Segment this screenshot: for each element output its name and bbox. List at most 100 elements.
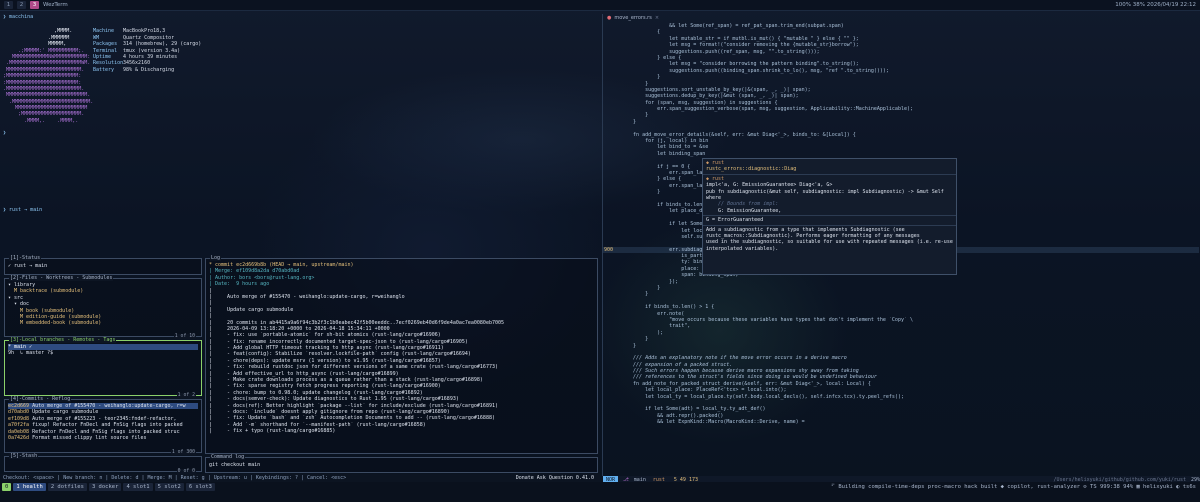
hover-section-generic: G = ErrorGuaranteed (703, 216, 956, 226)
commit-hash: d70abd0 (8, 409, 30, 416)
commit-row[interactable]: 0a7426d Format missed clippy lint source … (8, 435, 198, 441)
rust-file-icon: ● (607, 15, 612, 22)
commit-message: fixup! Refactor FnDecl and FnSig flags i… (32, 422, 183, 429)
close-icon[interactable]: × (655, 15, 659, 21)
logo-line: .MMMM,. .MMMM,. (3, 117, 79, 124)
system-info: Machine MacBookPro18,3 WM Quartz Compositor… (93, 28, 201, 124)
hover-section-signature: ◆ rust impl<'a, G: EmissionGuarantee> Dia… (703, 175, 956, 217)
commit-hash: ef109d8 (8, 415, 30, 422)
system-tray: 100% 38% 2026/04/19 22:12 (1115, 1, 1196, 8)
commit-message: Update cargo submodule (32, 409, 99, 416)
commit-hash: ec2d669 (8, 403, 30, 409)
top-menu-bar: 1 2 3 WezTerm 100% 38% 2026/04/19 22:12 (0, 0, 1200, 11)
branch-item-master[interactable]: 9h ↳ master ?$ (8, 350, 198, 356)
code-text: self.sugg (621, 233, 709, 240)
commit-hash: 0a7426d (8, 434, 30, 441)
code-text: } (621, 189, 661, 196)
shell-prompt: ❯ macchina (3, 14, 34, 20)
logo-line: :MMMMMMMMMMMMMMMMMMMMMMMM: (3, 79, 82, 86)
commit-log: * commit ec2d669b8b (HEAD → main, upstre… (209, 262, 594, 435)
editor-tabbar: ● move_errors.rs × (603, 14, 1199, 23)
line-number (603, 419, 617, 425)
logo-line: MMMMMMMMMMMMMMMMMMMMMMMMMMM. (3, 92, 91, 99)
workspace-2[interactable]: 2 (17, 1, 26, 9)
files-list: ▾ library M backtrace (submodule) ▾ src ▾… (8, 282, 198, 327)
code-text: let local_ty = local_place.ty(self.body.… (621, 393, 904, 400)
commit-hash: a70f2fa (8, 422, 30, 429)
commit-hash: da0eb08 (8, 428, 30, 435)
shell-prompt-2: ❯ (3, 130, 7, 137)
code-text: } (621, 118, 637, 125)
editor-tab[interactable]: move_errors.rs (614, 15, 651, 21)
stash-panel[interactable]: [5]-Stash 0 of 0 (4, 453, 202, 474)
logo-line: .;MMMMM:' MMMMMMMMMM;. (3, 47, 85, 54)
hover-section-type: ◆ rust rustc_errors::diagnostic::Diag (703, 159, 956, 175)
status-title: [1]-Status (9, 255, 42, 261)
logo-line: .MMMMMMMMMMMMMMMMMMMMMMMMWM. (3, 60, 91, 67)
commits-footer: 1 of 300 (170, 450, 196, 455)
code-text: } (621, 342, 637, 349)
status-panel[interactable]: [1]-Status ✓ rust → main (4, 255, 202, 275)
status-text: ✓ rust → main (8, 263, 48, 269)
commit-message: Auto merge of #155470 - weihanglo:update… (32, 403, 186, 409)
files-footer: 1 of 10 (173, 334, 196, 339)
workspace-1[interactable]: 1 (4, 1, 13, 9)
commits-list: ec2d669 Auto merge of #155470 - weihanglo… (8, 403, 198, 441)
tmux-session: 0 (2, 483, 12, 491)
info-key: Battery (93, 66, 115, 73)
code-line[interactable]: && let ExpnKind::Macro(MacroKind::Derive… (603, 419, 1199, 425)
code-text: } (621, 291, 649, 298)
files-panel[interactable]: [2]-Files - Worktrees - Submodules ▾ lib… (4, 275, 202, 339)
command-log-text: git checkout main (209, 462, 261, 468)
log-panel[interactable]: Log * commit ec2d669b8b (HEAD → main, up… (205, 255, 598, 454)
hover-type: rustc_errors::diagnostic::Diag (706, 166, 797, 173)
workspace-3[interactable]: 3 (30, 1, 39, 9)
log-title: Log (210, 255, 222, 261)
code-text: suggestions.push((binding_span.shrink_to… (621, 67, 889, 74)
tmux-window-4[interactable]: 4 slot1 (123, 483, 153, 491)
files-title: [2]-Files - Worktrees - Submodules (9, 275, 114, 281)
lazygit-links[interactable]: Donate Ask Question 0.41.0 (516, 475, 594, 481)
tmux-window-3[interactable]: 3 docker (88, 483, 122, 491)
commit-message: Refactor FnDecl and FnSig flags into pac… (32, 428, 180, 435)
tmux-right-status: ⠋ Building compile-time-deps proc-macro … (831, 483, 1196, 490)
info-row: Battery 98% & Discharging (93, 67, 201, 73)
hover-docs-popup: ◆ rust rustc_errors::diagnostic::Diag ◆ … (702, 158, 957, 275)
commits-title: [4]-Commits - Reflog (9, 396, 72, 402)
tmux-window-6[interactable]: 6 slot3 (185, 483, 215, 491)
code-text: && let ExpnKind::Macro(MacroKind::Derive… (621, 419, 805, 426)
hover-generic: G = ErrorGuaranteed (706, 217, 764, 224)
info-value: 98% & Discharging (123, 66, 175, 73)
app-name: WezTerm (43, 1, 68, 8)
code-text: let place_des (621, 208, 709, 215)
hover-signature-line: pub fn subdiagnostic(&mut self, subdiagn… (706, 188, 944, 195)
macchina-pane: ❯ macchina ,MMMM. .MMMMMM MMMMM, .;MMMMM… (3, 14, 600, 252)
tmux-window-5[interactable]: 5 slot2 (154, 483, 184, 491)
commit-row[interactable]: a70f2fa fixup! Refactor FnDecl and FnSig … (8, 422, 198, 428)
shell-prompt-3: ❯ rust → main (3, 206, 43, 213)
tmux-window-1[interactable]: 1 health (13, 483, 46, 491)
file-item[interactable]: M embedded-book (submodule) (8, 320, 198, 326)
branches-panel[interactable]: [3]-Local branches - Remotes - Tags * ma… (4, 337, 202, 398)
tmux-status: 0 1 health 2 dotfiles 3 docker 4 slot1 5… (0, 482, 1200, 492)
stash-title: [5]-Stash (9, 453, 39, 459)
hover-doc-line: used in the subdiagnostic, so suitable f… (706, 239, 953, 246)
code-text: err.span_suggestion_verbose(span, msg, s… (621, 106, 913, 113)
hover-doc-line: interpolated variables). (706, 245, 779, 252)
log-line: | - fix + typo (rust-lang/cargo#16885) (209, 428, 336, 435)
logo-line: ;MMMMMMMMMMMMMMMMMMMMMMMM: (3, 73, 82, 80)
tmux-window-2[interactable]: 2 dotfiles (47, 483, 87, 491)
branches-title: [3]-Local branches - Remotes - Tags (9, 337, 117, 343)
lazygit-statusline: Checkout: <space> | New branch: n | Dele… (0, 474, 600, 482)
commit-message: Auto merge of #155223 - teor2345:fndef-r… (32, 415, 177, 422)
branches-footer: 1 of 2 (176, 393, 196, 398)
command-log-panel[interactable]: Command log git checkout main (205, 454, 598, 473)
commit-message: Format missed clippy lint source files (32, 434, 147, 441)
command-log-title: Command log (210, 454, 246, 460)
branches-list: * main ✓ 9h ↳ master ?$ (8, 344, 198, 357)
apple-logo-ascii: ,MMMM. .MMMMMM MMMMM, .;MMMMM:' MMMMMMMM… (3, 28, 93, 124)
logo-line: ;MMMMMMMMMMMMMMMMMMMM. (3, 111, 85, 118)
commit-row[interactable]: da0eb08 Refactor FnDecl and FnSig flags i… (8, 429, 198, 435)
keybinding-hints: Checkout: <space> | New branch: n | Dele… (3, 474, 347, 481)
commits-panel[interactable]: [4]-Commits - Reflog ec2d669 Auto merge o… (4, 396, 202, 455)
